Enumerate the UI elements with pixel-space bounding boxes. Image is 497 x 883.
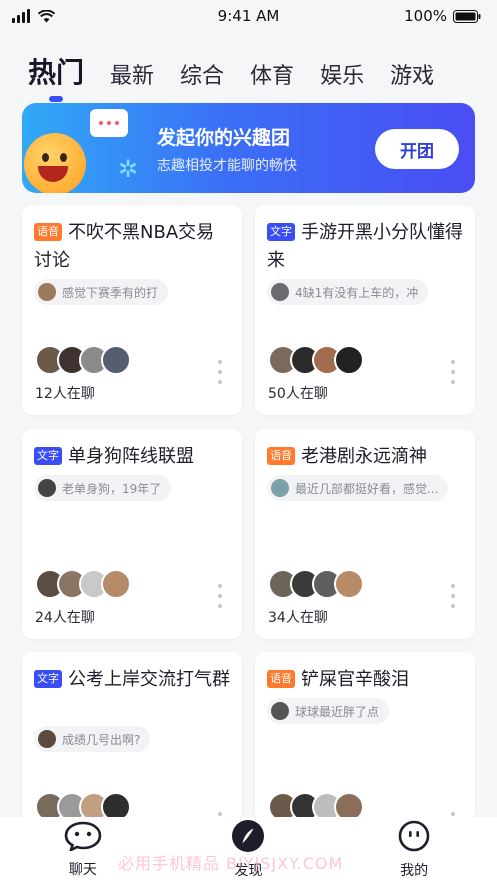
nav-profile-label: 我的 [400, 863, 429, 879]
chat-bubble-icon [90, 109, 128, 137]
text-tag: 文字 [34, 670, 62, 688]
discover-icon [232, 820, 265, 856]
wifi-icon [38, 9, 55, 23]
card-title: 语音 不吹不黑NBA交易讨论 [34, 219, 232, 275]
gear-icon: ✲ [118, 155, 139, 183]
nav-discover-label: 发现 [234, 863, 263, 879]
latest-message-text: 感觉下赛季有的打 [62, 285, 159, 300]
card-title-text: 手游开黑小分队懂得来 [267, 222, 463, 271]
open-group-button[interactable]: 开团 [375, 129, 459, 169]
status-time: 9:41 AM [217, 7, 280, 25]
latest-message-text: 成绩几号出啊? [62, 732, 141, 747]
avatar [271, 283, 289, 301]
chat-icon [64, 821, 102, 855]
latest-message-text: 老单身狗，19年了 [62, 481, 162, 496]
avatar [38, 283, 56, 301]
avatar [38, 730, 56, 748]
card-title: 文字 手游开黑小分队懂得来 [267, 219, 465, 275]
banner-subtitle: 志趣相投才能聊的畅快 [157, 158, 297, 174]
more-icon[interactable] [218, 584, 222, 608]
member-avatars [35, 345, 131, 375]
avatar [38, 479, 56, 497]
category-tabs: 热门 最新 综合 体育 娱乐 游戏 [28, 40, 477, 90]
card-title-text: 单身狗阵线联盟 [68, 446, 194, 467]
latest-message: 球球最近胖了点 [267, 698, 390, 724]
group-card[interactable]: 文字 公考上岸交流打气群 成绩几号出啊? [22, 652, 242, 822]
member-count: 34人在聊 [268, 610, 328, 626]
voice-tag: 语音 [267, 447, 295, 465]
battery-percent: 100% [404, 7, 447, 25]
group-card[interactable]: 语音 不吹不黑NBA交易讨论 感觉下赛季有的打 12人在聊 [22, 205, 242, 415]
card-title-text: 铲屎官辛酸泪 [301, 669, 409, 690]
battery-icon [453, 9, 481, 23]
latest-message-text: 4缺1有没有上车的，冲 [295, 285, 419, 300]
tab-sports[interactable]: 体育 [250, 64, 294, 90]
signal-icon [12, 9, 30, 23]
member-count: 12人在聊 [35, 386, 95, 402]
latest-message: 老单身狗，19年了 [34, 475, 172, 501]
status-right: 100% [404, 7, 481, 25]
card-title: 文字 单身狗阵线联盟 [34, 443, 232, 471]
member-count: 50人在聊 [268, 386, 328, 402]
avatar [101, 569, 131, 599]
status-bar: 9:41 AM 100% [0, 0, 497, 32]
voice-tag: 语音 [34, 223, 62, 241]
group-card[interactable]: 文字 手游开黑小分队懂得来 4缺1有没有上车的，冲 50人在聊 [255, 205, 475, 415]
avatar [271, 702, 289, 720]
latest-message-text: 球球最近胖了点 [295, 704, 380, 719]
more-icon[interactable] [451, 584, 455, 608]
latest-message: 成绩几号出啊? [34, 726, 151, 752]
latest-message: 感觉下赛季有的打 [34, 279, 169, 305]
avatar [334, 569, 364, 599]
nav-discover[interactable]: 发现 [198, 820, 298, 880]
card-title-text: 老港剧永远滴神 [301, 446, 427, 467]
avatar [271, 479, 289, 497]
smiley-icon [24, 133, 86, 193]
group-card[interactable]: 语音 老港剧永远滴神 最近几部都挺好看，感觉... 34人在聊 [255, 429, 475, 639]
tab-hot[interactable]: 热门 [28, 56, 84, 90]
avatar [334, 345, 364, 375]
group-card[interactable]: 文字 单身狗阵线联盟 老单身狗，19年了 24人在聊 [22, 429, 242, 639]
nav-chat-label: 聊天 [68, 862, 97, 878]
text-tag: 文字 [267, 223, 295, 241]
latest-message: 4缺1有没有上车的，冲 [267, 279, 429, 305]
bottom-navigation: 聊天 发现 我的 [0, 817, 497, 883]
status-left [12, 9, 55, 23]
latest-message: 最近几部都挺好看，感觉... [267, 475, 449, 501]
member-avatars [268, 345, 364, 375]
create-group-banner[interactable]: ✲ 发起你的兴趣团 志趣相投才能聊的畅快 开团 [22, 103, 475, 193]
card-title: 语音 老港剧永远滴神 [267, 443, 465, 471]
card-title-text: 公考上岸交流打气群 [68, 669, 230, 690]
group-card[interactable]: 语音 铲屎官辛酸泪 球球最近胖了点 [255, 652, 475, 822]
text-tag: 文字 [34, 447, 62, 465]
profile-icon [398, 820, 430, 856]
tab-general[interactable]: 综合 [180, 64, 224, 90]
card-title: 语音 铲屎官辛酸泪 [267, 666, 465, 694]
nav-chat[interactable]: 聊天 [33, 821, 133, 879]
latest-message-text: 最近几部都挺好看，感觉... [295, 481, 439, 496]
nav-profile[interactable]: 我的 [364, 820, 464, 880]
tab-entertainment[interactable]: 娱乐 [320, 64, 364, 90]
avatar [101, 345, 131, 375]
member-avatars [35, 569, 131, 599]
member-avatars [268, 569, 364, 599]
tab-latest[interactable]: 最新 [110, 64, 154, 90]
more-icon[interactable] [218, 360, 222, 384]
tab-games[interactable]: 游戏 [390, 64, 434, 90]
voice-tag: 语音 [267, 670, 295, 688]
card-title: 文字 公考上岸交流打气群 [34, 666, 232, 694]
banner-title: 发起你的兴趣团 [157, 127, 291, 149]
member-count: 24人在聊 [35, 610, 95, 626]
more-icon[interactable] [451, 360, 455, 384]
